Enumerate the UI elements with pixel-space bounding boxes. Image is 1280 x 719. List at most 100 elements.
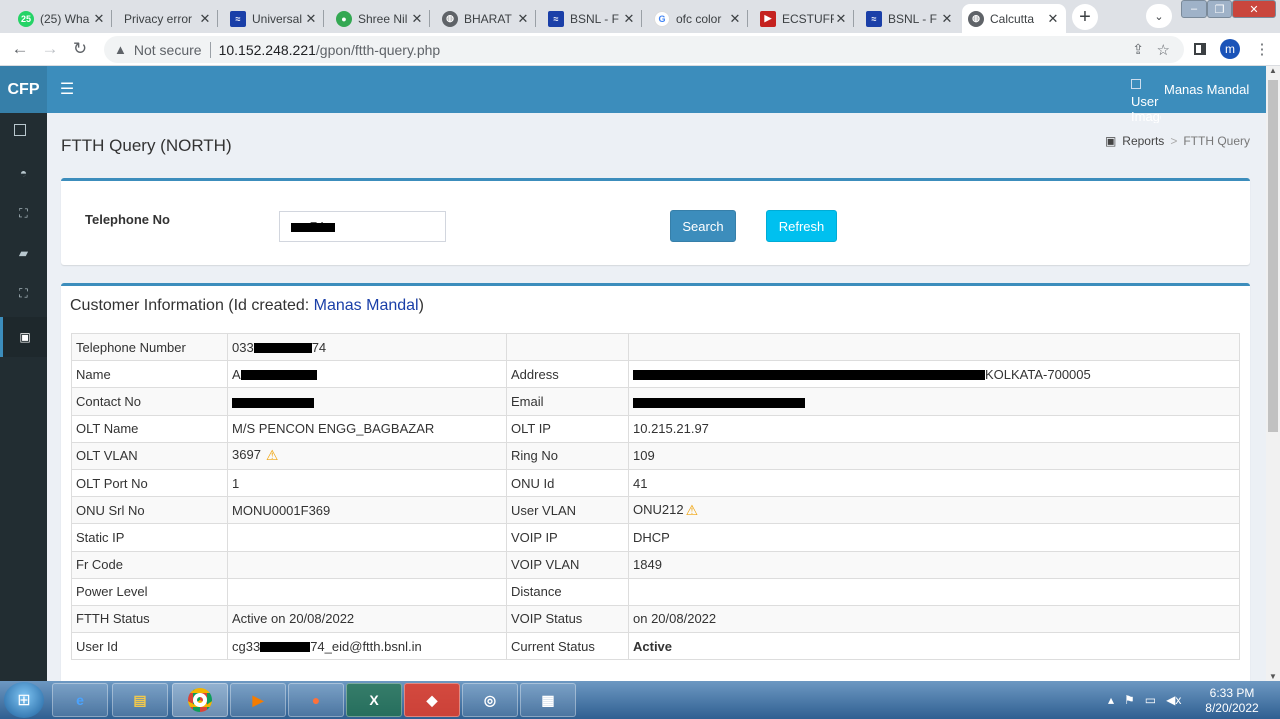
table-row: OLT Port No 1 ONU Id 41 (71, 468, 1240, 498)
sidebar-item-module[interactable]: ⛶ (0, 193, 47, 233)
breadcrumb: ▣ Reports > FTTH Query (1105, 134, 1250, 148)
close-icon[interactable]: ✕ (304, 11, 318, 27)
close-icon[interactable]: ✕ (92, 11, 106, 27)
field-label: Static IP (71, 523, 228, 552)
redaction-mask (260, 642, 311, 653)
field-value-part: 3697 (232, 447, 261, 463)
browser-tab[interactable]: 25 (25) Wha ✕ (12, 4, 112, 33)
field-label (506, 332, 629, 362)
action-center-icon[interactable]: ⚑ (1124, 693, 1135, 707)
tab-title: Shree Nil (358, 11, 408, 26)
refresh-button[interactable]: Refresh (766, 210, 837, 242)
table-row: OLT VLAN 3697 ⚠ Ring No 109 (71, 441, 1240, 470)
profile-button[interactable]: m (1218, 37, 1242, 61)
tray-overflow-icon[interactable]: ▴ (1108, 693, 1114, 707)
taskbar-ie[interactable]: e (52, 683, 108, 717)
url-path: /gpon/ftth-query.php (315, 41, 441, 58)
back-button[interactable]: ← (8, 37, 32, 61)
taskbar-excel[interactable]: X (346, 683, 402, 717)
browser-tab[interactable]: ≈ Universal ✕ (224, 4, 324, 33)
browser-tab[interactable]: ≈ BSNL - F ✕ (542, 4, 642, 33)
user-name[interactable]: Manas Mandal (1164, 82, 1249, 97)
field-value: A (227, 360, 507, 389)
breadcrumb-reports[interactable]: Reports (1122, 134, 1164, 148)
field-label: Name (71, 360, 228, 389)
minimize-button[interactable]: – (1181, 0, 1207, 18)
field-label: OLT VLAN (71, 441, 228, 470)
taskbar-anydesk[interactable]: ◆ (404, 683, 460, 717)
star-icon[interactable]: ☆ (1157, 41, 1170, 59)
field-label: Current Status (506, 632, 629, 661)
grid-icon: ⛶ (19, 285, 28, 300)
taskbar-app[interactable]: ▦ (520, 683, 576, 717)
browser-tab[interactable]: Privacy error ✕ (118, 4, 218, 33)
field-value: 10.215.21.97 (628, 414, 1240, 443)
field-label: Telephone Number (71, 332, 228, 362)
security-label[interactable]: Not secure (134, 42, 202, 58)
redaction-mask (633, 397, 805, 408)
scroll-up-icon[interactable]: ▲ (1269, 66, 1277, 75)
browser-tab[interactable]: G ofc color ✕ (648, 4, 748, 33)
page-scrollbar[interactable]: ▲ ▼ (1266, 66, 1280, 681)
address-bar[interactable]: ▲ Not secure 10.152.248.221/gpon/ftth-qu… (104, 36, 1184, 63)
start-button[interactable]: ⊞ (4, 682, 44, 718)
taskbar-media[interactable]: ▶ (230, 683, 286, 717)
close-icon[interactable]: ✕ (834, 11, 848, 27)
tab-title: BHARAT (464, 11, 512, 26)
forward-button[interactable]: → (38, 37, 62, 61)
money-icon: ▣ (19, 330, 31, 344)
close-icon[interactable]: ✕ (1046, 11, 1060, 27)
volume-muted-icon[interactable]: ◀x (1166, 693, 1181, 707)
hamburger-icon: ☰ (59, 81, 75, 98)
sidepanel-button[interactable] (1188, 37, 1212, 61)
telephone-label: Telephone No (85, 212, 170, 227)
reload-button[interactable]: ↻ (68, 37, 92, 61)
new-tab-button[interactable]: + (1072, 4, 1098, 30)
customer-info-table: Telephone Number 033 74 Name A Address KO… (71, 332, 1240, 661)
taskbar-firefox[interactable]: ● (288, 683, 344, 717)
tab-search-button[interactable]: ⌄ (1146, 4, 1172, 28)
field-label: Address (506, 360, 629, 389)
scroll-down-icon[interactable]: ▼ (1269, 672, 1277, 681)
field-label: VOIP Status (506, 604, 629, 634)
broken-image-icon (1131, 79, 1141, 89)
field-value: 41 (628, 468, 1240, 498)
taskbar-nic[interactable]: ◎ (462, 683, 518, 717)
browser-tab[interactable]: ▶ ECSTUFF ✕ (754, 4, 854, 33)
close-icon[interactable]: ✕ (198, 11, 212, 27)
browser-tab-active[interactable]: ◍ Calcutta ✕ (962, 4, 1066, 33)
browser-tab[interactable]: ≈ BSNL - F ✕ (860, 4, 960, 33)
close-icon[interactable]: ✕ (516, 11, 530, 27)
taskbar-clock[interactable]: 6:33 PM 8/20/2022 (1200, 686, 1264, 716)
browser-tab[interactable]: ◍ BHARAT ✕ (436, 4, 536, 33)
scrollbar-thumb[interactable] (1268, 80, 1278, 432)
sidebar-item-module[interactable]: ⛶ (0, 273, 47, 313)
close-icon[interactable]: ✕ (940, 11, 954, 27)
field-label: User Id (71, 632, 228, 661)
close-window-button[interactable]: ✕ (1232, 0, 1276, 18)
close-icon[interactable]: ✕ (728, 11, 742, 27)
field-value: MONU0001F369 (227, 496, 507, 525)
field-value: 1849 (628, 550, 1240, 579)
sidebar-item-book[interactable]: ▰ (0, 233, 47, 273)
taskbar-chrome[interactable] (172, 683, 228, 717)
field-value (227, 387, 507, 416)
tab-title: ofc color (676, 11, 722, 26)
sidebar-item-dashboard[interactable]: ◓ (0, 153, 47, 193)
browser-tab[interactable]: ● Shree Nil ✕ (330, 4, 430, 33)
title-suffix: ) (418, 297, 424, 314)
restore-button[interactable]: ❐ (1207, 0, 1232, 18)
sidebar-toggle-button[interactable]: ☰ (58, 80, 76, 98)
browser-toolbar: ← → ↻ ▲ Not secure 10.152.248.221/gpon/f… (0, 33, 1280, 66)
close-icon[interactable]: ✕ (410, 11, 424, 27)
share-icon[interactable]: ⇪ (1132, 41, 1144, 58)
field-value (628, 577, 1240, 606)
field-label: Power Level (71, 577, 228, 606)
network-icon[interactable]: ▭ (1145, 693, 1156, 707)
menu-button[interactable]: ⋮ (1250, 37, 1274, 61)
taskbar-explorer[interactable]: ▤ (112, 683, 168, 717)
search-button[interactable]: Search (670, 210, 736, 242)
sidebar-item-reports[interactable]: ▣ (0, 317, 47, 357)
close-icon[interactable]: ✕ (622, 11, 636, 27)
app-logo[interactable]: CFP (0, 66, 47, 113)
